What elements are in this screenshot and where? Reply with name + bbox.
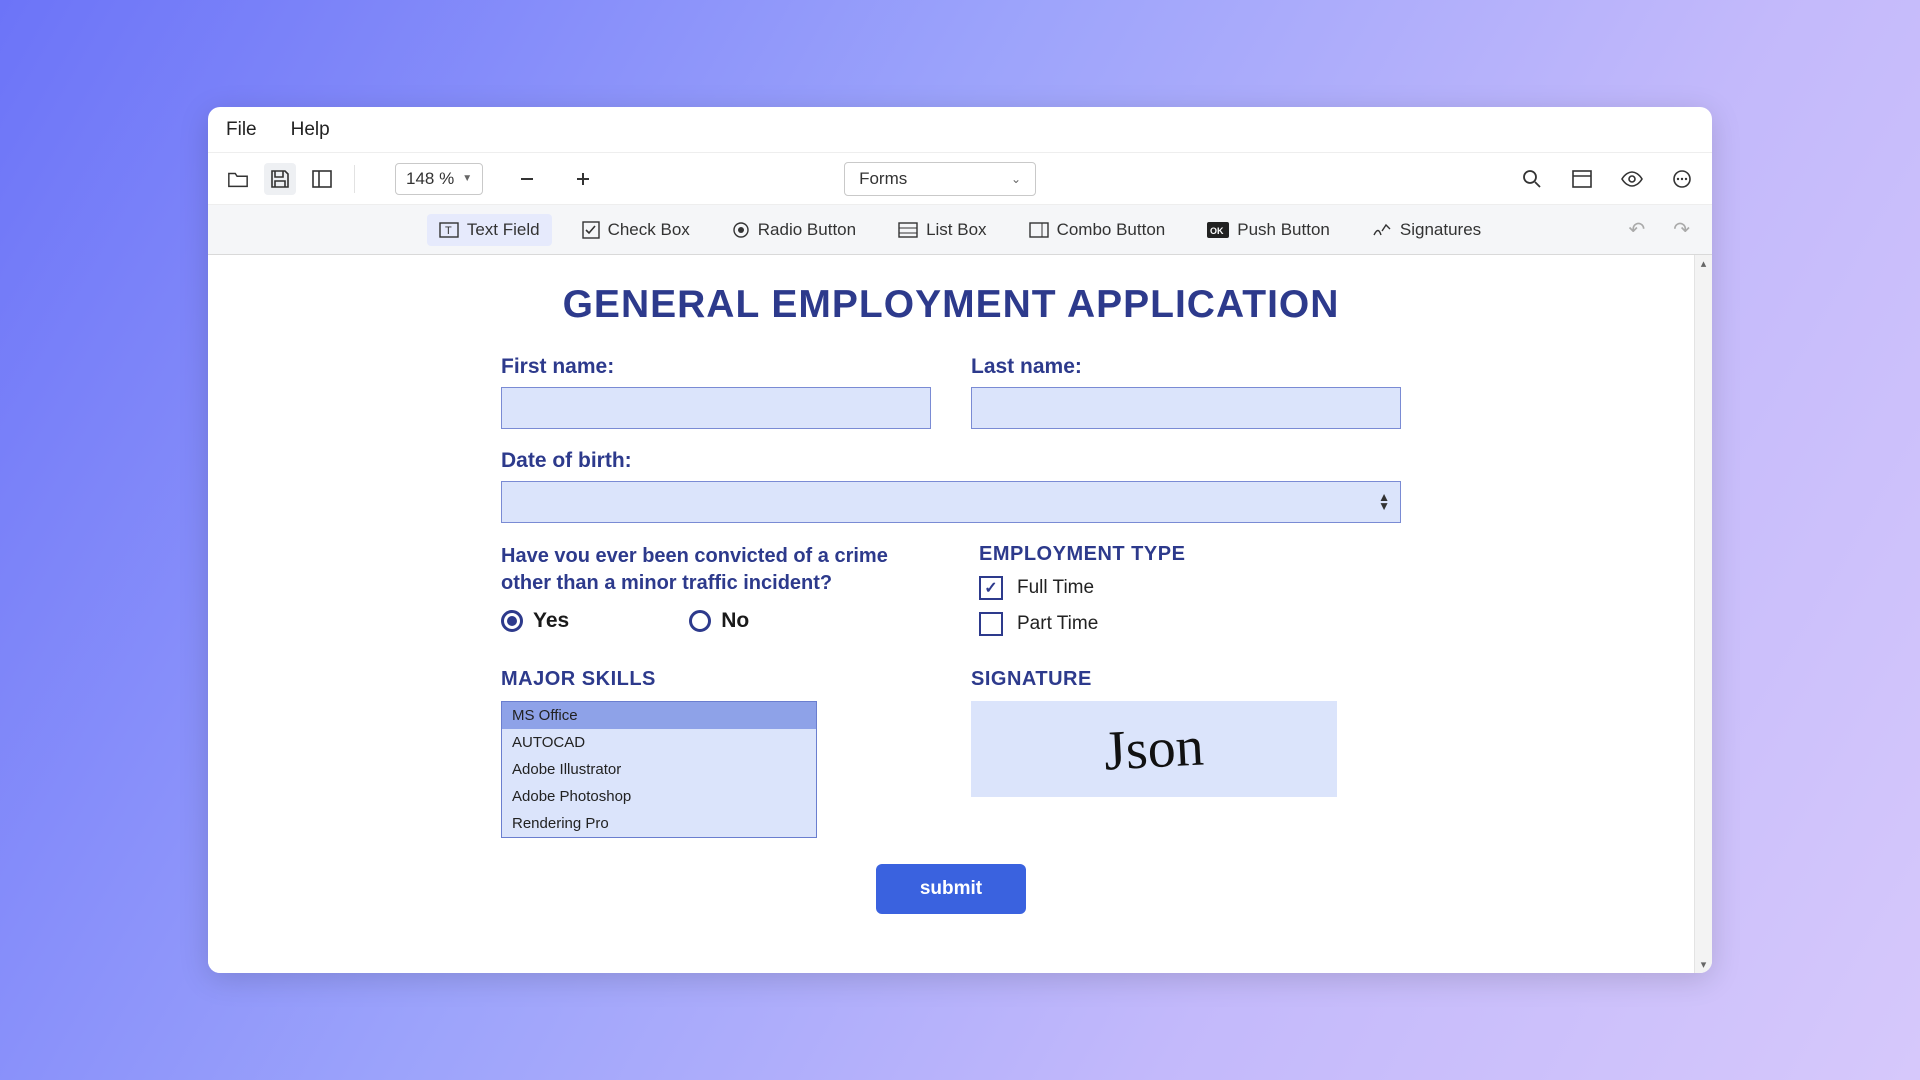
radio-yes[interactable]: Yes	[501, 609, 569, 633]
radio-no[interactable]: No	[689, 609, 749, 633]
checkbox-part-time[interactable]: Part Time	[979, 612, 1401, 636]
first-name-field[interactable]	[501, 387, 931, 429]
first-name-group: First name:	[501, 355, 931, 429]
listbox-icon	[898, 222, 918, 238]
radio-icon	[732, 221, 750, 239]
vertical-scrollbar[interactable]: ▴ ▾	[1694, 255, 1712, 973]
major-skills-group: MAJOR SKILLS MS Office AUTOCAD Adobe Ill…	[501, 668, 931, 838]
redo-icon[interactable]: ↷	[1673, 217, 1690, 242]
checkbox-icon	[582, 221, 600, 239]
signature-value: Json	[1103, 714, 1206, 783]
scroll-down-icon[interactable]: ▾	[1695, 958, 1712, 971]
tool-check-box[interactable]: Check Box	[570, 214, 702, 246]
push-button-icon: OK	[1207, 222, 1229, 238]
preview-eye-icon[interactable]	[1616, 163, 1648, 195]
open-file-icon[interactable]	[222, 163, 254, 195]
crime-question-group: Have vou ever been convicted of a crime …	[501, 543, 931, 648]
list-item[interactable]: Adobe Photoshop	[502, 783, 816, 810]
last-name-label: Last name:	[971, 355, 1401, 379]
forms-toolbar: T Text Field Check Box Radio Button List…	[208, 205, 1712, 255]
scroll-up-icon[interactable]: ▴	[1695, 257, 1712, 270]
tool-radio-button[interactable]: Radio Button	[720, 214, 868, 246]
editor-mode-value: Forms	[859, 169, 907, 189]
right-tools	[1516, 163, 1698, 195]
radio-icon	[501, 610, 523, 632]
dob-label: Date of birth:	[501, 449, 1401, 473]
list-item[interactable]: Adobe Illustrator	[502, 756, 816, 783]
checkbox-icon: ✓	[979, 576, 1003, 600]
dob-field[interactable]: ▲▼	[501, 481, 1401, 523]
stepper-arrows-icon[interactable]: ▲▼	[1378, 493, 1390, 511]
last-name-field[interactable]	[971, 387, 1401, 429]
tool-list-box[interactable]: List Box	[886, 214, 998, 246]
svg-text:T: T	[445, 225, 452, 237]
skills-listbox[interactable]: MS Office AUTOCAD Adobe Illustrator Adob…	[501, 701, 817, 838]
zoom-out-button[interactable]	[511, 163, 543, 195]
undo-icon[interactable]: ↶	[1628, 217, 1645, 242]
app-window: File Help 148 % ▼	[208, 107, 1712, 973]
zoom-value: 148 %	[406, 169, 454, 189]
employment-type-group: EMPLOYMENT TYPE ✓ Full Time Part Time	[971, 543, 1401, 648]
tool-text-field[interactable]: T Text Field	[427, 214, 552, 246]
menu-help[interactable]: Help	[291, 119, 330, 141]
zoom-in-button[interactable]	[567, 163, 599, 195]
chevron-down-icon: ▼	[462, 173, 472, 184]
menu-file[interactable]: File	[226, 119, 257, 141]
signature-group: SIGNATURE Json	[971, 668, 1401, 838]
list-item[interactable]: MS Office	[502, 702, 816, 729]
signature-icon	[1372, 221, 1392, 239]
panel-toggle-icon[interactable]	[1566, 163, 1598, 195]
major-skills-label: MAJOR SKILLS	[501, 668, 931, 691]
last-name-group: Last name:	[971, 355, 1401, 429]
list-item[interactable]: Rendering Pro	[502, 810, 816, 837]
menu-bar: File Help	[208, 107, 1712, 153]
toolbar-separator	[354, 165, 355, 193]
main-toolbar: 148 % ▼ Forms ⌄	[208, 153, 1712, 205]
first-name-label: First name:	[501, 355, 931, 379]
more-options-icon[interactable]	[1666, 163, 1698, 195]
layout-panels-icon[interactable]	[306, 163, 338, 195]
save-file-icon[interactable]	[264, 163, 296, 195]
zoom-level-select[interactable]: 148 % ▼	[395, 163, 483, 195]
checkbox-icon	[979, 612, 1003, 636]
signature-label: SIGNATURE	[971, 668, 1401, 691]
signature-field[interactable]: Json	[971, 701, 1337, 797]
search-icon[interactable]	[1516, 163, 1548, 195]
tool-combo-button[interactable]: Combo Button	[1017, 214, 1178, 246]
tool-signatures[interactable]: Signatures	[1360, 214, 1493, 246]
list-item[interactable]: AUTOCAD	[502, 729, 816, 756]
tool-push-button[interactable]: OK Push Button	[1195, 214, 1342, 246]
submit-button[interactable]: submit	[876, 864, 1026, 914]
radio-icon	[689, 610, 711, 632]
text-field-icon: T	[439, 222, 459, 238]
document-viewport[interactable]: GENERAL EMPLOYMENT APPLICATION First nam…	[208, 255, 1694, 973]
checkbox-full-time[interactable]: ✓ Full Time	[979, 576, 1401, 600]
svg-text:OK: OK	[1210, 226, 1224, 236]
form-title: GENERAL EMPLOYMENT APPLICATION	[208, 283, 1694, 327]
combo-icon	[1029, 222, 1049, 238]
employment-type-label: EMPLOYMENT TYPE	[979, 543, 1401, 566]
chevron-down-icon: ⌄	[1011, 172, 1021, 186]
dob-group: Date of birth: ▲▼	[501, 449, 1401, 523]
editor-mode-select[interactable]: Forms ⌄	[844, 162, 1036, 196]
crime-question-label: Have vou ever been convicted of a crime …	[501, 543, 931, 597]
document-area: GENERAL EMPLOYMENT APPLICATION First nam…	[208, 255, 1712, 973]
form-page: GENERAL EMPLOYMENT APPLICATION First nam…	[208, 255, 1694, 954]
